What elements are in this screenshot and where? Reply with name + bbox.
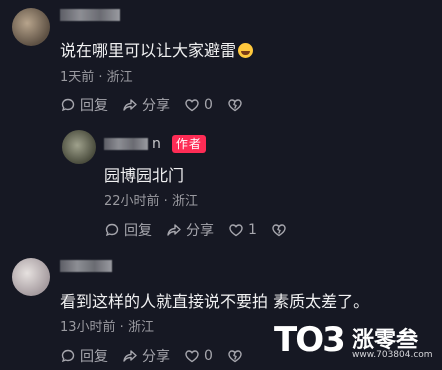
comment-text: 看到这样的人就直接说不要拍 素质太差了。 [60, 292, 370, 311]
reply-button[interactable]: 回复 [104, 220, 152, 240]
author-badge: 作者 [171, 135, 206, 153]
watermark-url: www.703804.com [352, 350, 433, 360]
comment-actions: 回复 分享 0 [60, 346, 243, 366]
username[interactable]: n 作者 [104, 135, 206, 153]
laughing-emoji-icon [238, 43, 254, 58]
comment-text: 园博园北门 [104, 166, 185, 185]
share-arrow-icon [123, 350, 137, 362]
reply-label: 回复 [80, 349, 108, 365]
dislike-button[interactable] [227, 346, 243, 366]
dislike-button[interactable] [227, 95, 243, 115]
reply-label: 回复 [80, 98, 108, 114]
reply-button[interactable]: 回复 [60, 95, 108, 115]
share-button[interactable]: 分享 [122, 346, 170, 366]
share-label: 分享 [186, 223, 214, 239]
comment-actions: 回复 分享 1 [104, 220, 287, 240]
share-label: 分享 [142, 98, 170, 114]
watermark-logo: TO3 [274, 320, 346, 360]
reply-bubble-icon [105, 223, 119, 237]
watermark: TO3 涨零叁 www.703804.com [270, 318, 440, 366]
reply-label: 回复 [124, 223, 152, 239]
like-count: 0 [204, 97, 213, 113]
comment-meta: 22小时前 · 浙江 [104, 194, 198, 209]
like-heart-icon [229, 224, 243, 237]
dislike-heart-icon [228, 350, 242, 363]
dislike-button[interactable] [271, 220, 287, 240]
reply-bubble-icon [61, 349, 75, 363]
avatar[interactable] [12, 8, 50, 46]
share-arrow-icon [123, 99, 137, 111]
share-arrow-icon [167, 224, 181, 236]
username-blurred[interactable] [60, 258, 112, 274]
avatar[interactable] [62, 130, 96, 164]
dislike-heart-icon [272, 224, 286, 237]
like-heart-icon [185, 99, 199, 112]
dislike-heart-icon [228, 99, 242, 112]
like-button[interactable]: 0 [184, 95, 213, 115]
username-blurred[interactable] [60, 7, 120, 23]
username-suffix: n [152, 136, 162, 152]
avatar[interactable] [12, 258, 50, 296]
like-count: 0 [204, 348, 213, 364]
reply-button[interactable]: 回复 [60, 346, 108, 366]
like-button[interactable]: 0 [184, 346, 213, 366]
comment-text: 说在哪里可以让大家避雷 [60, 37, 254, 61]
share-label: 分享 [142, 349, 170, 365]
comment-meta: 13小时前 · 浙江 [60, 320, 154, 335]
like-heart-icon [185, 350, 199, 363]
comment-meta: 1天前 · 浙江 [60, 70, 133, 85]
share-button[interactable]: 分享 [122, 95, 170, 115]
like-count: 1 [248, 222, 257, 238]
like-button[interactable]: 1 [228, 220, 257, 240]
reply-bubble-icon [61, 98, 75, 112]
share-button[interactable]: 分享 [166, 220, 214, 240]
comment-actions: 回复 分享 0 [60, 95, 243, 115]
